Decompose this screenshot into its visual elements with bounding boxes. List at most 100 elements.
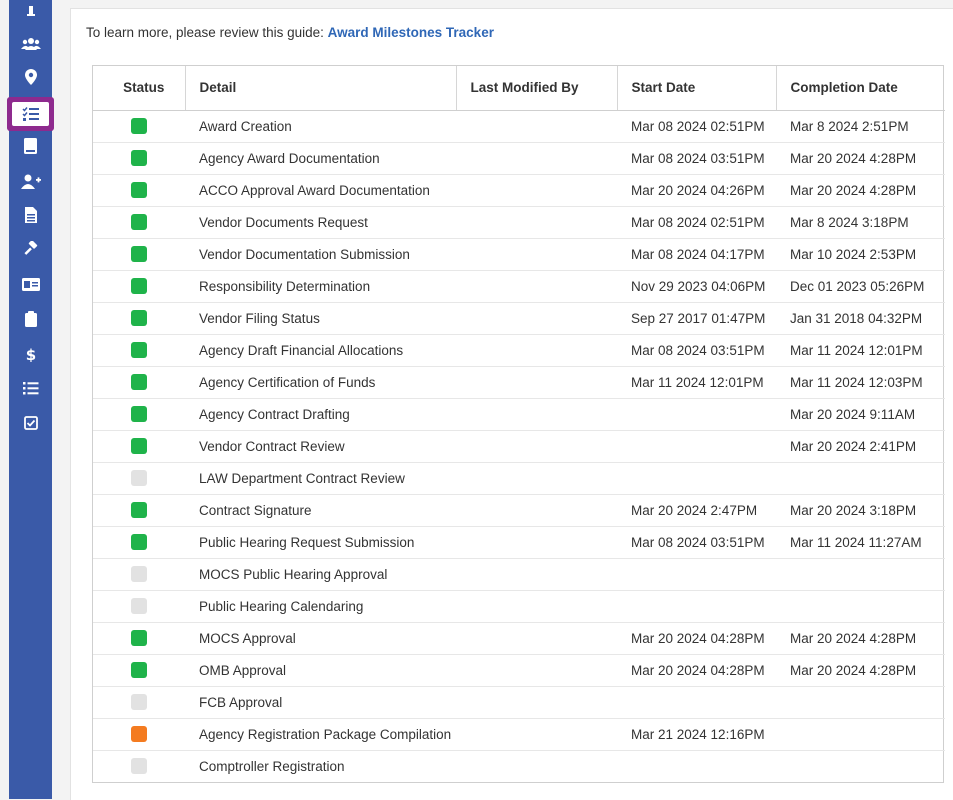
document-nav-item[interactable]: [9, 200, 52, 230]
start-date-cell: Mar 21 2024 12:16PM: [617, 718, 776, 751]
start-date-cell: Nov 29 2023 04:06PM: [617, 270, 776, 303]
table-row: MOCS Approval Mar 20 2024 04:28PM Mar 20 2…: [93, 622, 945, 655]
status-cell: [93, 750, 185, 782]
start-date-cell: [617, 590, 776, 623]
status-cell: [93, 654, 185, 687]
header-detail[interactable]: Detail: [184, 66, 456, 111]
detail-cell: MOCS Public Hearing Approval: [185, 558, 456, 591]
table-row: OMB Approval Mar 20 2024 04:28PM Mar 20 20…: [93, 654, 945, 687]
list-nav-item[interactable]: [9, 373, 52, 403]
status-cell: [93, 302, 185, 335]
table-header-row: Status Detail Last Modified By Start Dat…: [93, 66, 945, 111]
location-nav-item[interactable]: [9, 62, 52, 92]
detail-cell: Vendor Contract Review: [185, 430, 456, 463]
info-icon: [26, 6, 35, 16]
id-card-nav-item[interactable]: [9, 269, 52, 299]
detail-cell: LAW Department Contract Review: [185, 462, 456, 495]
status-indicator-grey: [131, 566, 147, 583]
completion-date-cell: Mar 20 2024 4:28PM: [776, 654, 945, 687]
table-row: Agency Certification of Funds Mar 11 2024…: [93, 366, 945, 399]
add-user-nav-item[interactable]: [9, 166, 52, 196]
status-indicator-green: [131, 406, 147, 423]
header-status[interactable]: Status: [93, 66, 185, 111]
document-icon: [24, 207, 37, 223]
info-nav-item[interactable]: [9, 0, 52, 26]
start-date-cell: Mar 08 2024 03:51PM: [617, 142, 776, 175]
header-start-date[interactable]: Start Date: [616, 66, 776, 111]
start-date-cell: [617, 558, 776, 591]
milestones-nav-item[interactable]: [7, 97, 54, 131]
status-cell: [93, 238, 185, 271]
detail-cell: Vendor Documents Request: [185, 206, 456, 239]
detail-cell: Agency Contract Drafting: [185, 398, 456, 431]
finance-nav-item[interactable]: $: [9, 339, 52, 369]
book-nav-item[interactable]: [9, 131, 52, 161]
start-date-cell: Mar 20 2024 04:26PM: [617, 174, 776, 207]
clipboard-icon: [24, 311, 37, 327]
last-modified-by-cell: [456, 366, 617, 399]
clipboard-nav-item[interactable]: [9, 304, 52, 334]
table-row: Award Creation Mar 08 2024 02:51PM Mar 8 2…: [93, 110, 945, 143]
award-milestones-tracker-link[interactable]: Award Milestones Tracker: [328, 25, 494, 40]
status-indicator-green: [131, 374, 147, 391]
completion-date-cell: Mar 11 2024 12:03PM: [776, 366, 945, 399]
last-modified-by-cell: [456, 206, 617, 239]
status-indicator-green: [131, 662, 147, 679]
id-card-icon: [21, 277, 40, 291]
start-date-cell: Mar 11 2024 12:01PM: [617, 366, 776, 399]
status-cell: [93, 622, 185, 655]
completion-date-cell: [776, 590, 945, 623]
table-row: Agency Award Documentation Mar 08 2024 03…: [93, 142, 945, 175]
status-cell: [93, 526, 185, 559]
start-date-cell: Mar 08 2024 03:51PM: [617, 526, 776, 559]
start-date-cell: Mar 08 2024 03:51PM: [617, 334, 776, 367]
table-row: Vendor Documents Request Mar 08 2024 02:5…: [93, 206, 945, 239]
table-row: Vendor Contract Review Mar 20 2024 2:41PM: [93, 430, 945, 463]
header-completion-date[interactable]: Completion Date: [775, 66, 945, 111]
status-indicator-grey: [131, 694, 147, 711]
completion-date-cell: Mar 8 2024 3:18PM: [776, 206, 945, 239]
checklist-nav-item[interactable]: [9, 408, 52, 438]
completion-date-cell: [776, 558, 945, 591]
last-modified-by-cell: [456, 686, 617, 719]
completion-date-cell: [776, 718, 945, 751]
table-row: Contract Signature Mar 20 2024 2:47PM Mar …: [93, 494, 945, 527]
start-date-cell: Mar 20 2024 04:28PM: [617, 654, 776, 687]
status-indicator-green: [131, 278, 147, 295]
detail-cell: Agency Draft Financial Allocations: [185, 334, 456, 367]
gavel-nav-item[interactable]: [9, 234, 52, 264]
status-indicator-green: [131, 118, 147, 135]
completion-date-cell: [776, 686, 945, 719]
last-modified-by-cell: [456, 718, 617, 751]
list-icon: [22, 382, 38, 395]
task-list-icon: [21, 107, 39, 121]
last-modified-by-cell: [456, 494, 617, 527]
last-modified-by-cell: [456, 302, 617, 335]
detail-cell: OMB Approval: [185, 654, 456, 687]
last-modified-by-cell: [456, 238, 617, 271]
status-cell: [93, 430, 185, 463]
checkbox-icon: [23, 416, 38, 430]
milestones-table: Status Detail Last Modified By Start Dat…: [92, 65, 945, 783]
guide-intro: To learn more, please review this guide:…: [86, 25, 494, 40]
users-nav-item[interactable]: [9, 29, 52, 59]
detail-cell: Comptroller Registration: [199, 758, 345, 774]
completion-date-cell: Mar 11 2024 11:27AM: [776, 526, 945, 559]
last-modified-by-cell: [456, 558, 617, 591]
header-last-modified-by[interactable]: Last Modified By: [455, 66, 617, 111]
last-modified-by-cell: [456, 526, 617, 559]
detail-cell: ACCO Approval Award Documentation: [185, 174, 456, 207]
last-modified-by-cell: [456, 590, 617, 623]
last-modified-by-cell: [456, 398, 617, 431]
completion-date-cell: [776, 462, 945, 495]
table-row: Public Hearing Request Submission Mar 08 …: [93, 526, 945, 559]
last-modified-by-cell: [456, 654, 617, 687]
table-row: Responsibility Determination Nov 29 2023 …: [93, 270, 945, 303]
status-indicator-grey: [131, 470, 147, 487]
last-modified-by-cell: [456, 142, 617, 175]
detail-cell: Vendor Filing Status: [185, 302, 456, 335]
status-cell: [93, 334, 185, 367]
start-date-cell: Mar 20 2024 2:47PM: [617, 494, 776, 527]
status-cell: [93, 270, 185, 303]
table-row: Vendor Documentation Submission Mar 08 20…: [93, 238, 945, 271]
